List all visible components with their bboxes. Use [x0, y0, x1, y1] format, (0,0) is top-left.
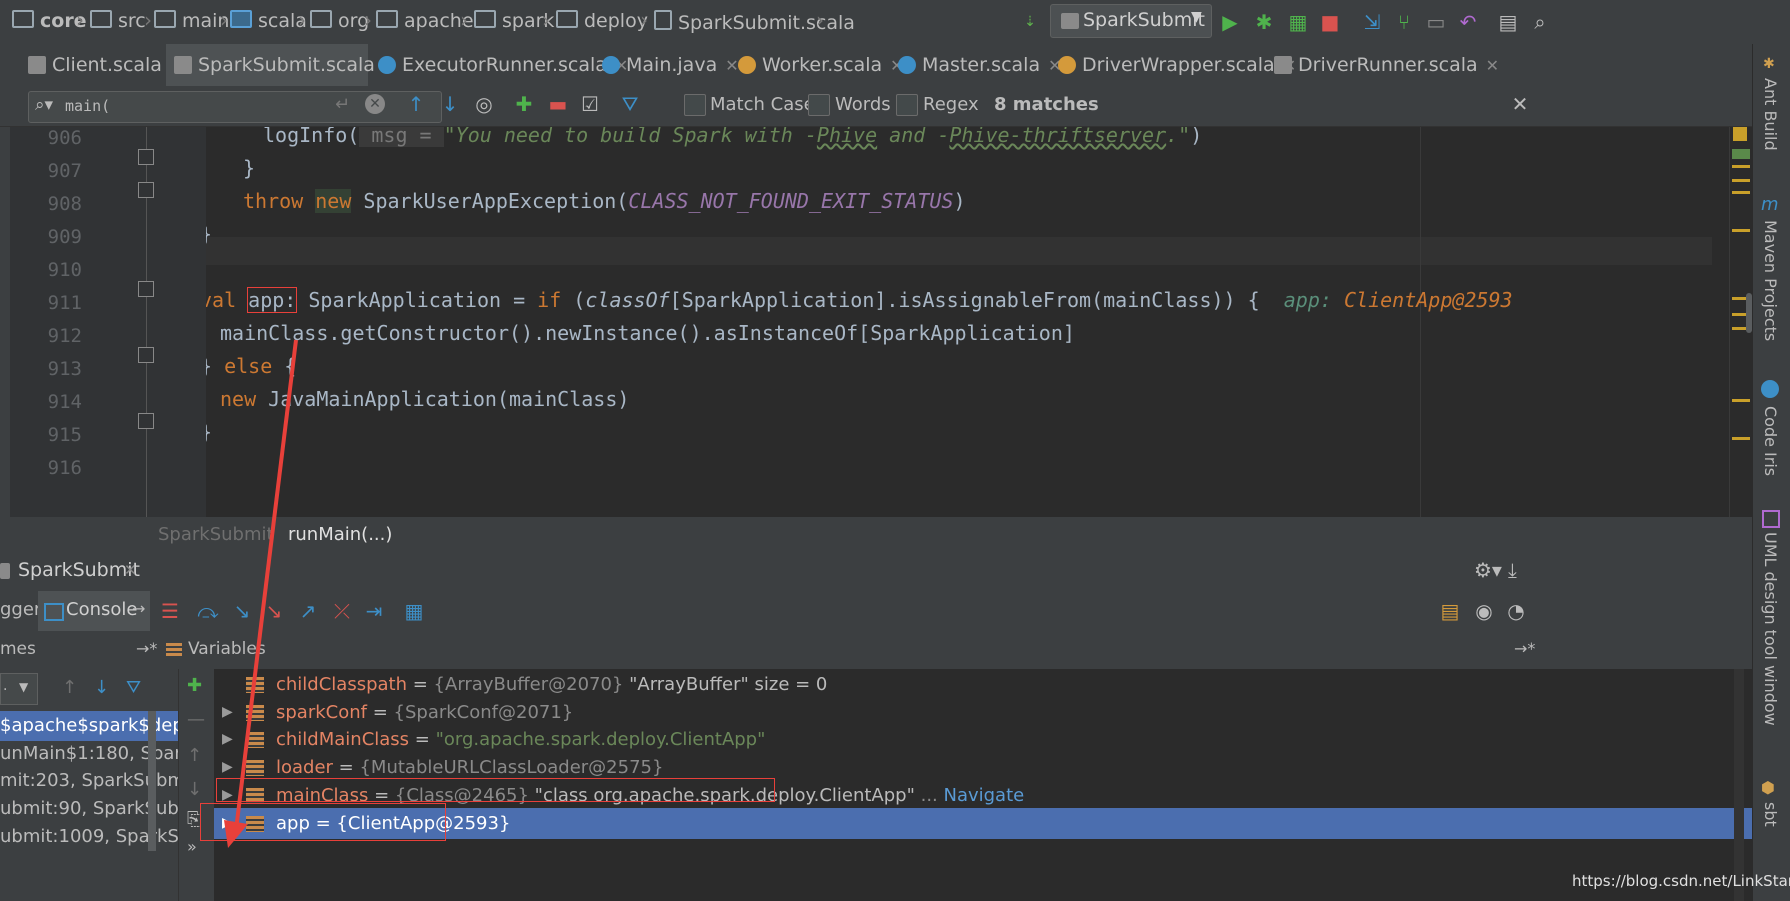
uml-icon	[1762, 510, 1780, 528]
sbt-tab[interactable]: sbt	[1761, 802, 1780, 827]
ant-icon: ✱	[1763, 56, 1775, 72]
watermark-text: https://blog.csdn.net/LinkStars	[1572, 872, 1790, 890]
uml-design-tab[interactable]: UML design tool window	[1761, 532, 1780, 726]
maven-projects-tab[interactable]: Maven Projects	[1761, 220, 1780, 341]
maven-icon: m	[1761, 194, 1779, 215]
annotation-arrow-line	[234, 339, 298, 831]
code-iris-icon	[1761, 380, 1779, 398]
annotation-arrow	[224, 339, 298, 848]
sbt-icon: ⬢	[1761, 778, 1775, 797]
annotation-arrow-head	[224, 820, 248, 848]
ant-build-tab[interactable]: Ant Build	[1761, 78, 1780, 151]
code-iris-tab[interactable]: Code Iris	[1761, 406, 1780, 476]
right-tool-strip: ✱ Ant Build m Maven Projects Code Iris U…	[1752, 44, 1790, 901]
